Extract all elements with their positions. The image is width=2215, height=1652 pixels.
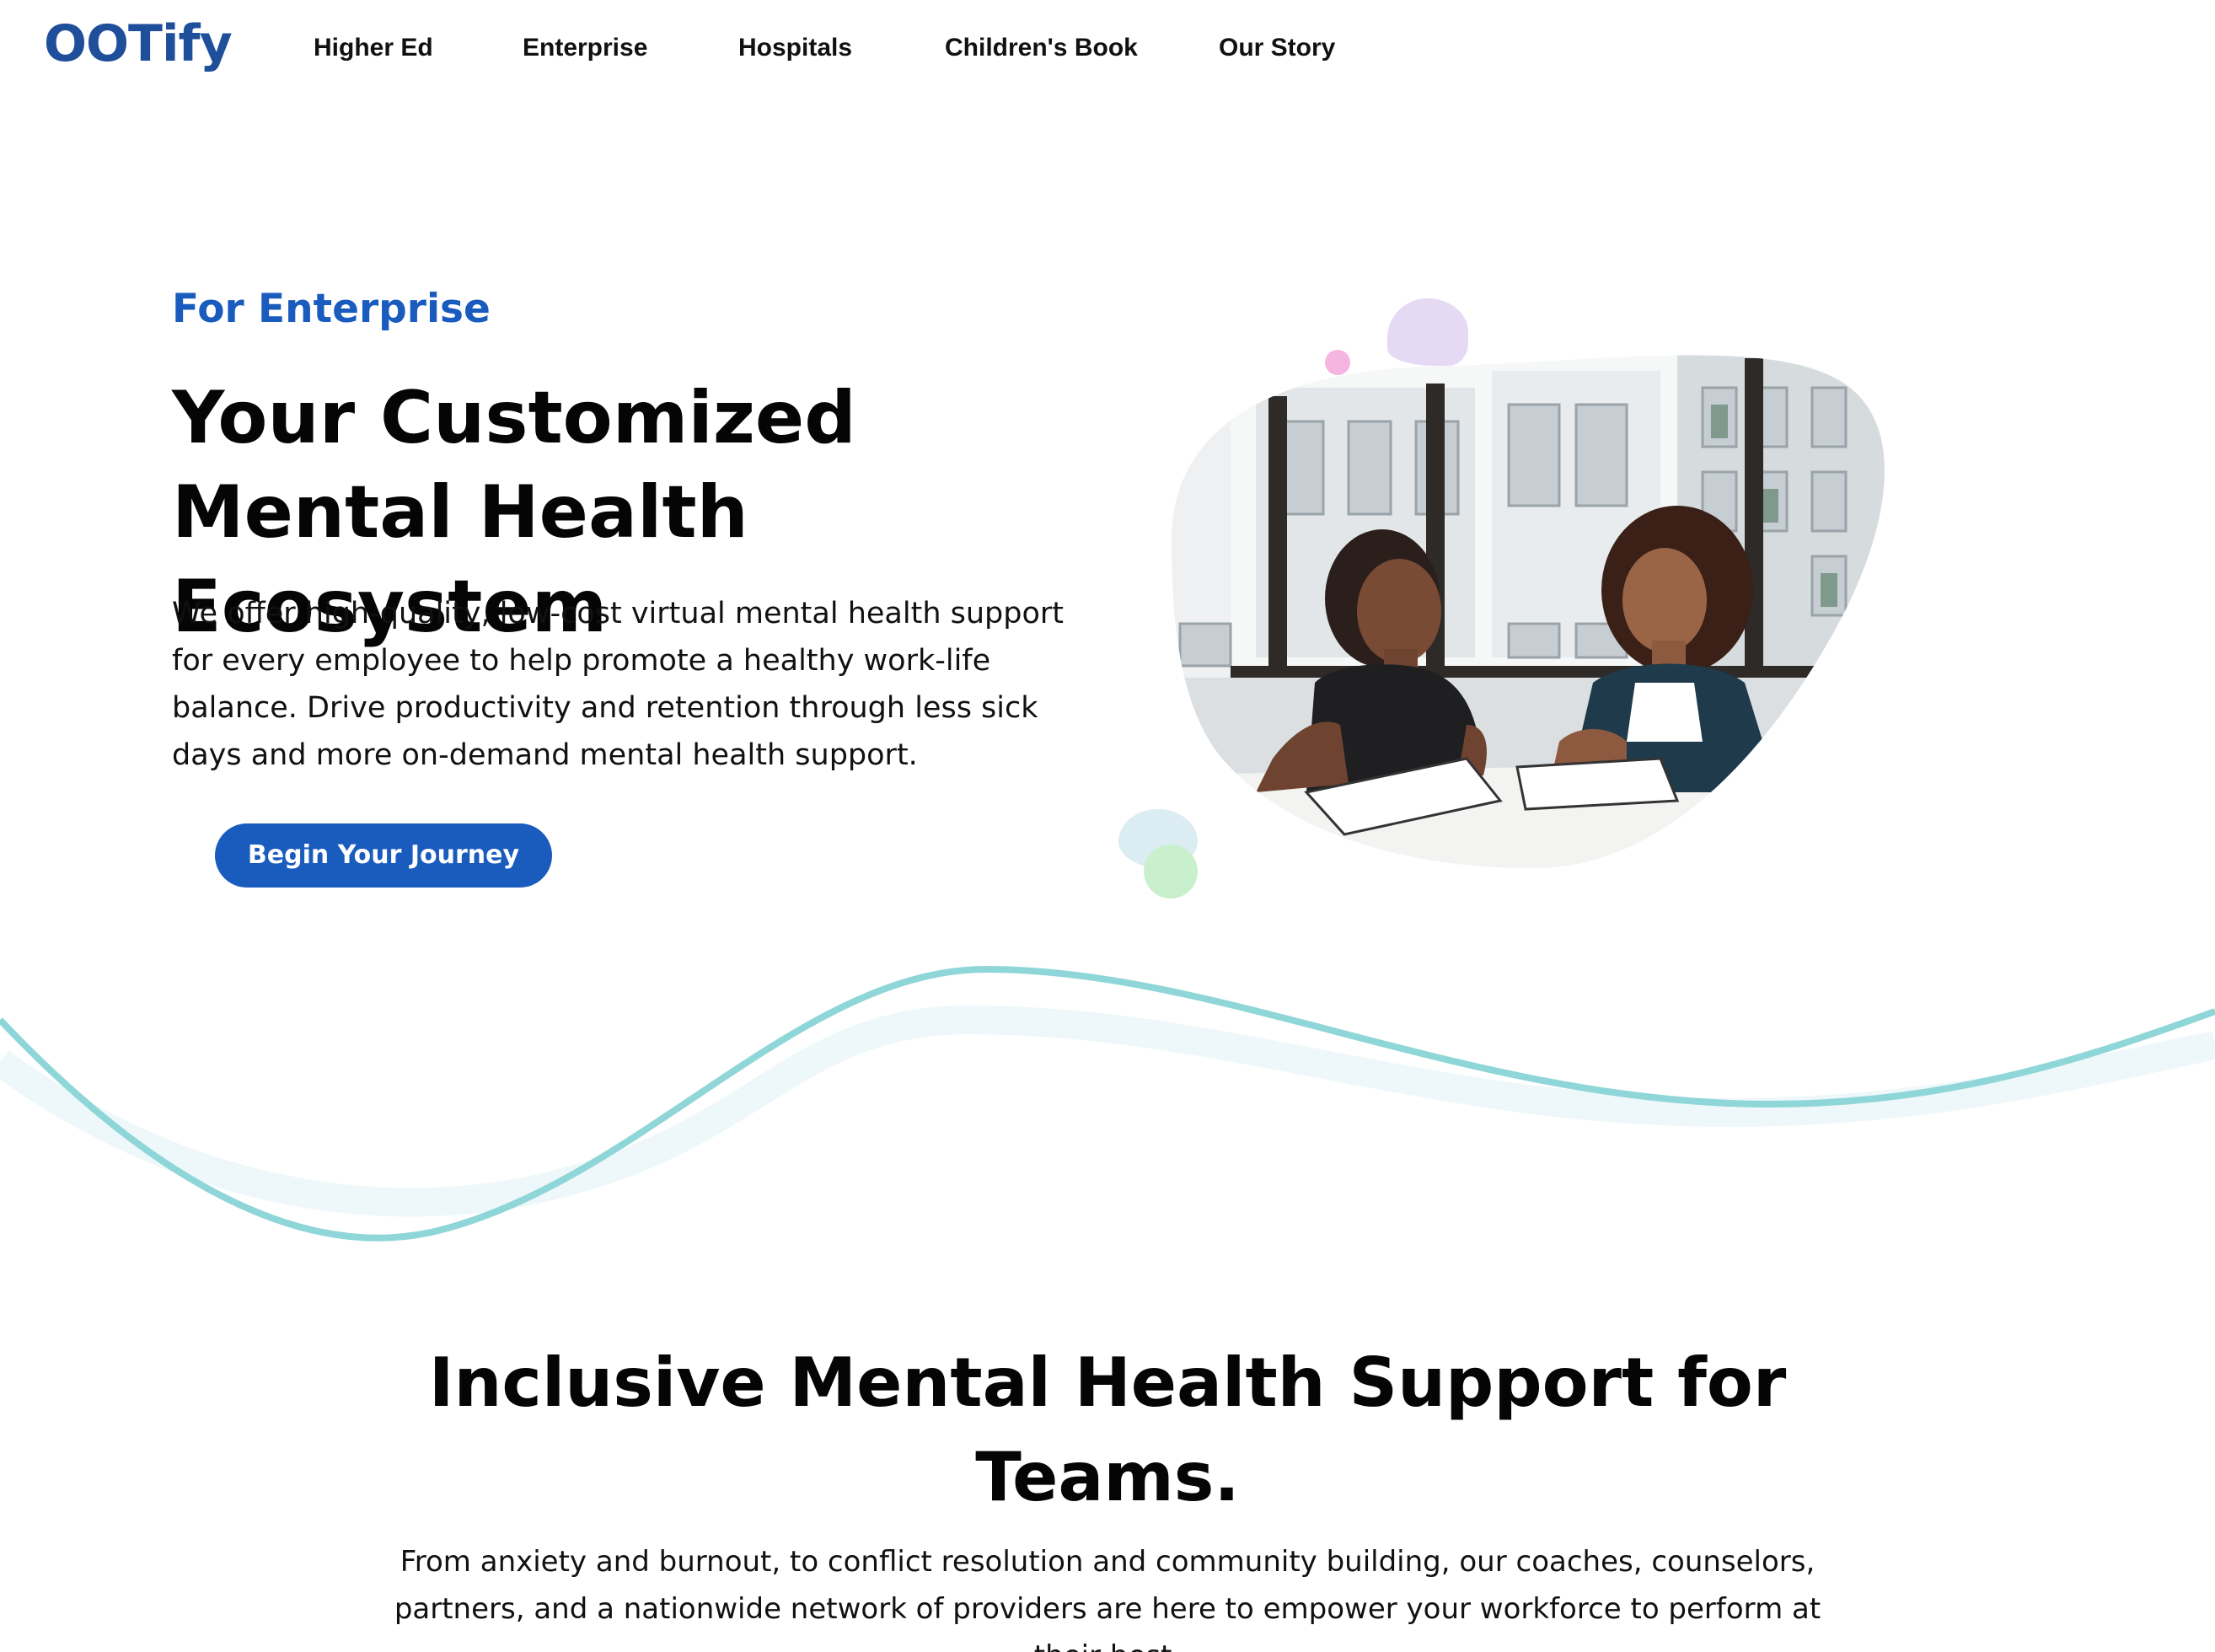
hero-description: We offer high-quality, low-cost virtual …	[172, 597, 1064, 772]
nav-link-hospitals[interactable]: Hospitals	[738, 35, 852, 61]
hero-image	[1172, 355, 1885, 869]
nav-link-our-story[interactable]: Our Story	[1219, 35, 1335, 61]
decorative-wave	[0, 965, 2215, 1242]
nav-link-enterprise[interactable]: Enterprise	[523, 35, 647, 61]
section-title: Inclusive Mental Health Support for Team…	[428, 1344, 1787, 1516]
nav-link-higher-ed[interactable]: Higher Ed	[314, 35, 433, 61]
section-description: From anxiety and burnout, to conflict re…	[394, 1545, 1821, 1652]
nav-link-childrens-book[interactable]: Children's Book	[945, 35, 1138, 61]
logo[interactable]: OOTify	[44, 19, 233, 69]
page: OOTify Higher Ed Enterprise Hospitals Ch…	[0, 0, 2215, 1652]
begin-journey-button[interactable]: Begin Your Journey	[215, 823, 552, 888]
hero-eyebrow: For Enterprise	[172, 286, 491, 332]
top-nav: OOTify Higher Ed Enterprise Hospitals Ch…	[0, 0, 2215, 101]
